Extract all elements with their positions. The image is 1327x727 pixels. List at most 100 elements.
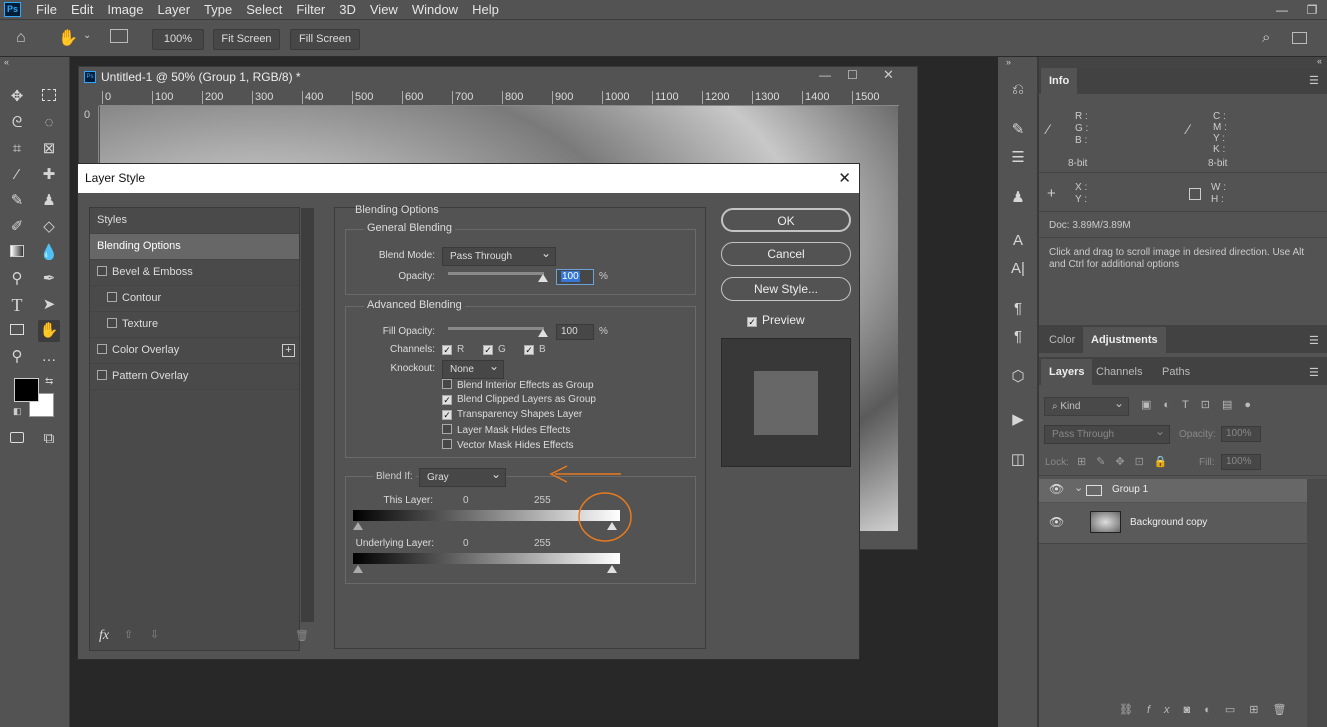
history-brush-tool-icon[interactable]: ✐ <box>6 216 28 238</box>
menu-type[interactable]: Type <box>197 0 239 19</box>
adv-option-checkbox[interactable]: ✓ Blend Clipped Layers as Group <box>442 394 692 409</box>
trash-icon[interactable]: 🗑 <box>1272 704 1300 716</box>
photoshop-logo[interactable]: Ps <box>4 2 21 17</box>
underlying-black-thumb[interactable] <box>353 565 363 573</box>
menu-file[interactable]: File <box>29 0 64 19</box>
paragraph-style-icon[interactable]: A| <box>1007 258 1029 280</box>
new-layer-icon[interactable]: ⊞ <box>1249 704 1272 716</box>
adv-option-checkbox[interactable]: ✓ Transparency Shapes Layer <box>442 409 692 424</box>
marquee-tool-icon[interactable] <box>38 86 60 108</box>
eyedropper-tool-icon[interactable]: ⁄ <box>6 164 28 186</box>
visibility-eye-icon[interactable]: 👁 <box>1049 515 1064 529</box>
cancel-button[interactable]: Cancel <box>721 242 851 266</box>
panel-menu-icon[interactable]: ☰ <box>1309 334 1319 347</box>
checkbox[interactable] <box>97 266 107 276</box>
quick-select-tool-icon[interactable]: ◌ <box>38 112 60 134</box>
fx-menu-button[interactable]: fx <box>99 628 109 644</box>
3d-icon[interactable]: ⬡ <box>1007 366 1029 388</box>
checkbox[interactable] <box>107 318 117 328</box>
style-item-pattern-overlay[interactable]: Pattern Overlay <box>90 364 299 390</box>
checkbox[interactable] <box>442 439 452 449</box>
lock-icons[interactable]: ⊞✎✥⊡🔒 <box>1077 455 1178 468</box>
adv-option-checkbox[interactable]: Layer Mask Hides Effects <box>442 424 692 439</box>
tab-info[interactable]: Info <box>1041 68 1078 94</box>
menu-select[interactable]: Select <box>239 0 289 19</box>
collapse-icon[interactable]: » <box>1006 57 1011 67</box>
search-icon[interactable]: ⌕ <box>1262 29 1270 46</box>
zoom-tool-icon[interactable]: ⚲ <box>6 346 28 368</box>
collapse-icon[interactable]: « <box>4 57 9 67</box>
properties-icon[interactable]: ◫ <box>1007 449 1029 471</box>
link-icon[interactable]: ⛓ <box>1119 704 1147 716</box>
move-tool-icon[interactable]: ✥ <box>6 86 28 108</box>
pen-tool-icon[interactable]: ✒ <box>38 268 60 290</box>
add-effect-icon[interactable]: + <box>282 344 295 357</box>
layer-fill-field[interactable]: 100% <box>1221 454 1261 470</box>
adjustments-icon[interactable]: ☰ <box>1007 147 1029 169</box>
menu-image[interactable]: Image <box>100 0 150 19</box>
layer-filter-select[interactable]: ⌕ Kind <box>1044 395 1129 416</box>
zoom-100-button[interactable]: 100% <box>152 29 204 50</box>
opacity-slider-thumb[interactable] <box>538 274 548 282</box>
actions-icon[interactable]: ▶ <box>1007 409 1029 431</box>
brush-settings-icon[interactable]: ✎ <box>1007 119 1029 141</box>
foreground-color-swatch[interactable] <box>14 378 39 402</box>
fill-screen-button[interactable]: Fill Screen <box>290 29 360 50</box>
blur-tool-icon[interactable]: 💧 <box>38 242 60 264</box>
adv-option-checkbox[interactable]: Blend Interior Effects as Group <box>442 379 692 394</box>
glyphs-icon[interactable]: ¶ <box>1007 298 1029 320</box>
tab-paths[interactable]: Paths <box>1154 359 1198 385</box>
adjustment-icon[interactable]: ◐ <box>1204 704 1225 716</box>
menu-edit[interactable]: Edit <box>64 0 100 19</box>
checkbox[interactable] <box>442 379 452 389</box>
tab-color[interactable]: Color <box>1041 327 1083 353</box>
style-item-color-overlay[interactable]: Color Overlay + <box>90 338 299 364</box>
menu-layer[interactable]: Layer <box>151 0 198 19</box>
menu-filter[interactable]: Filter <box>289 0 332 19</box>
mask-icon[interactable]: ◙ <box>1184 704 1205 716</box>
blend-mode-select[interactable]: Pass Through <box>442 245 556 266</box>
restore-button[interactable]: ❐ <box>1297 3 1327 17</box>
checkbox[interactable] <box>97 370 107 380</box>
checkbox[interactable]: ✓ <box>442 410 452 420</box>
hand-tool-icon[interactable]: ✋ <box>58 28 78 48</box>
menu-3d[interactable]: 3D <box>332 0 363 19</box>
dodge-tool-icon[interactable]: ⚲ <box>6 268 28 290</box>
doc-minimize-button[interactable]: — <box>819 68 831 82</box>
styles-header[interactable]: Styles <box>90 208 299 234</box>
underlying-white-thumb[interactable] <box>607 565 617 573</box>
menu-help[interactable]: Help <box>465 0 506 19</box>
channel-b-checkbox[interactable]: ✓ B <box>524 344 546 355</box>
checkbox[interactable] <box>97 344 107 354</box>
hand-tool-icon[interactable]: ✋ <box>38 320 60 342</box>
ok-button[interactable]: OK <box>721 208 851 232</box>
healing-brush-tool-icon[interactable]: ✚ <box>38 164 60 186</box>
screen-mode-icon[interactable]: ⧉ <box>38 428 60 450</box>
filter-icons[interactable]: ▣◐T⊡▤● <box>1141 398 1263 411</box>
visibility-eye-icon[interactable]: 👁 <box>1049 482 1064 496</box>
menu-view[interactable]: View <box>363 0 405 19</box>
knockout-select[interactable]: None <box>442 358 504 379</box>
scroll-all-windows-icon[interactable] <box>110 29 128 43</box>
doc-maximize-button[interactable]: ☐ <box>847 68 858 82</box>
collapse-icon[interactable]: « <box>1317 56 1322 66</box>
fill-opacity-slider-thumb[interactable] <box>538 329 548 337</box>
fill-opacity-slider[interactable] <box>448 327 544 330</box>
checkbox[interactable]: ✓ <box>442 395 452 405</box>
tab-layers[interactable]: Layers <box>1041 359 1093 385</box>
paragraph-icon[interactable]: ¶ <box>1007 326 1029 348</box>
minimize-button[interactable]: — <box>1267 3 1297 17</box>
gradient-tool-icon[interactable] <box>6 242 28 264</box>
menu-window[interactable]: Window <box>405 0 465 19</box>
more-tools-icon[interactable]: … <box>38 346 60 368</box>
style-item-contour[interactable]: Contour <box>90 286 299 312</box>
blend-if-select[interactable]: Gray <box>419 466 506 487</box>
checkbox[interactable] <box>442 424 452 434</box>
default-colors-icon[interactable]: ◧ <box>13 406 22 417</box>
home-icon[interactable]: ⌂ <box>16 29 26 47</box>
move-down-icon[interactable]: ⇩ <box>150 628 159 641</box>
tab-adjustments[interactable]: Adjustments <box>1083 327 1166 353</box>
clone-source-icon[interactable]: ♟ <box>1007 187 1029 209</box>
character-icon[interactable]: A <box>1007 230 1029 252</box>
brush-tool-icon[interactable]: ✎ <box>6 190 28 212</box>
